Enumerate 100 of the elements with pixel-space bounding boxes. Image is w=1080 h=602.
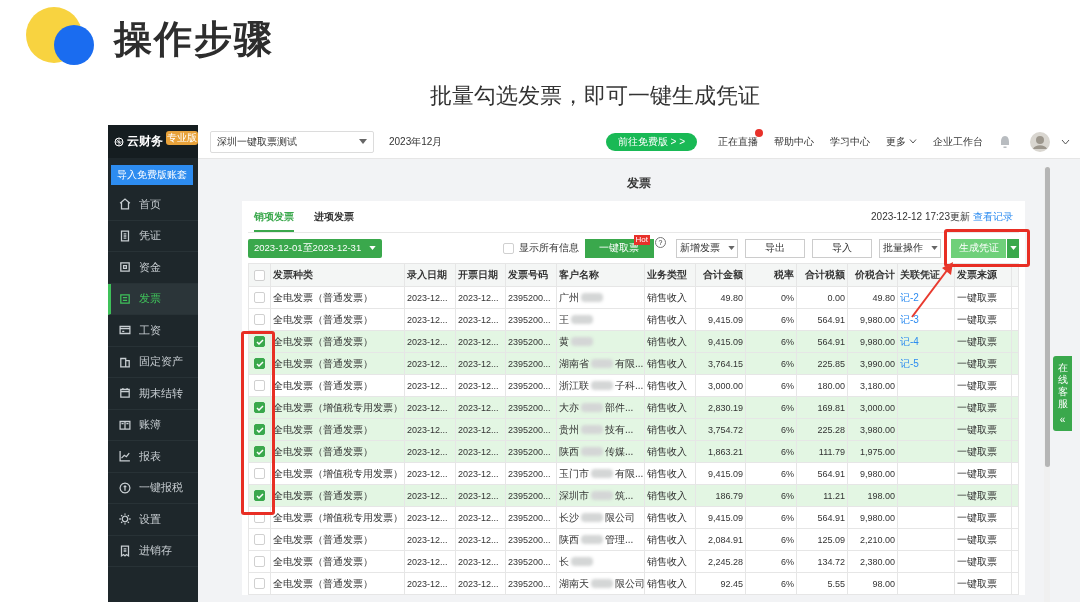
dropdown-button[interactable]: 批量操作 xyxy=(879,238,941,258)
nav-link[interactable]: 学习中心 xyxy=(830,128,875,155)
table-cell: 筑... xyxy=(615,489,634,501)
toolbar-button[interactable]: 导入 xyxy=(812,238,872,258)
nav-link[interactable]: 更多 xyxy=(886,128,922,155)
checkbox[interactable] xyxy=(254,358,265,370)
update-time: 2023-12-12 17:23更新 xyxy=(871,209,970,224)
period-label: 2023年12月 xyxy=(389,134,443,149)
table-cell: 564.91 xyxy=(796,308,848,331)
nav-link[interactable]: 帮助中心 xyxy=(774,128,819,155)
table-cell: 湖南省 xyxy=(559,357,589,369)
table-cell: 2023-12... xyxy=(404,572,456,595)
checkbox[interactable] xyxy=(254,424,265,436)
table-cell: 广州 xyxy=(559,291,579,303)
table-cell: 6% xyxy=(745,308,797,331)
checkbox[interactable] xyxy=(254,512,265,524)
checkbox[interactable] xyxy=(254,402,265,414)
sidebar-item[interactable]: 发票 xyxy=(108,283,198,315)
table-cell: 浙江联 xyxy=(559,379,589,391)
table-cell: 6% xyxy=(745,506,797,529)
table-cell: 一键取票 xyxy=(954,286,1012,309)
table-cell: 2023-12... xyxy=(404,308,456,331)
avatar-icon[interactable] xyxy=(1030,131,1050,152)
history-link[interactable]: 查看记录 xyxy=(973,209,1013,224)
table-cell: 6% xyxy=(745,374,797,397)
table-cell: 限公司 xyxy=(615,577,644,589)
redacted-blur xyxy=(581,425,603,435)
table-cell: 一键取票 xyxy=(954,308,1012,331)
caret-icon[interactable] xyxy=(1061,138,1070,145)
checkbox-label: 显示所有信息 xyxy=(518,241,579,255)
table-cell: 销售收入 xyxy=(644,572,696,595)
circles-logo-icon xyxy=(24,5,94,67)
table-cell: 销售收入 xyxy=(644,286,696,309)
table-cell: 134.72 xyxy=(796,550,848,573)
table-cell: 6% xyxy=(745,462,797,485)
column-header: 价税合计 xyxy=(847,263,898,287)
table-cell: 2395200... xyxy=(505,550,557,573)
redacted-blur xyxy=(591,579,613,589)
scrollbar[interactable] xyxy=(1044,167,1050,602)
table-cell: 2023-12... xyxy=(404,374,456,397)
column-header: 业务类型 xyxy=(644,263,696,287)
voucher-link[interactable]: 记-2 xyxy=(900,291,919,303)
checkbox[interactable] xyxy=(254,578,265,590)
table-cell: 180.00 xyxy=(796,374,848,397)
redacted-blur xyxy=(581,513,603,523)
table-cell: 125.09 xyxy=(796,528,848,551)
home-icon xyxy=(118,197,132,212)
table-cell: 2395200... xyxy=(505,528,557,551)
table-cell: 2023-12... xyxy=(455,550,506,573)
table-cell: 技有... xyxy=(605,423,634,435)
table-cell: 2,210.00 xyxy=(847,528,898,551)
table-cell: 3,000.00 xyxy=(695,374,746,397)
checkbox[interactable] xyxy=(254,292,265,304)
table-cell: 子科... xyxy=(615,379,644,391)
table-cell: 长 xyxy=(559,555,569,567)
table-cell: 2395200... xyxy=(505,308,557,331)
column-header: 合计税额 xyxy=(796,263,848,287)
tab[interactable]: 进项发票 xyxy=(314,201,354,232)
checkbox[interactable] xyxy=(254,336,265,348)
document-icon xyxy=(118,228,132,243)
table-cell: 全电发票（普通发票） xyxy=(270,572,405,595)
nav-link[interactable]: 正在直播 xyxy=(718,128,763,155)
nav-link[interactable]: 企业工作台 xyxy=(933,128,988,155)
table-cell: 2023-12... xyxy=(455,506,506,529)
checkbox[interactable] xyxy=(254,556,265,568)
table-cell: 一键取票 xyxy=(954,550,1012,573)
table-cell: 王 xyxy=(559,313,569,325)
table-cell: 销售收入 xyxy=(644,550,696,573)
coin-icon xyxy=(118,480,132,495)
dropdown-toggle[interactable] xyxy=(1007,238,1019,258)
table-cell: 2395200... xyxy=(505,506,557,529)
column-header: 发票号码 xyxy=(505,263,557,287)
table-cell: 黄 xyxy=(559,335,569,347)
bell-icon[interactable] xyxy=(999,134,1011,149)
toolbar-button[interactable]: 导出 xyxy=(745,238,805,258)
checkbox[interactable] xyxy=(254,468,265,480)
table-cell: 2,245.28 xyxy=(695,550,746,573)
table-cell: 6% xyxy=(745,572,797,595)
table-cell: 2023-12... xyxy=(404,462,456,485)
redacted-blur xyxy=(591,359,613,369)
table-cell: 9,415.09 xyxy=(695,506,746,529)
table-cell: 陕西 xyxy=(559,445,579,457)
checkbox[interactable] xyxy=(254,534,265,546)
checkbox[interactable] xyxy=(254,446,265,458)
table-cell: 2395200... xyxy=(505,286,557,309)
app-logo: 云财务 xyxy=(127,133,163,150)
table-cell: 9,415.09 xyxy=(695,462,746,485)
table-cell: 2,380.00 xyxy=(847,550,898,573)
dropdown-button[interactable]: 新增发票 xyxy=(676,238,738,258)
column-header: 合计金额 xyxy=(695,263,746,287)
redacted-blur xyxy=(581,535,603,545)
checkbox[interactable] xyxy=(254,270,265,281)
table-cell: 564.91 xyxy=(796,506,848,529)
voucher-link[interactable]: 记-3 xyxy=(900,313,919,325)
checkbox[interactable] xyxy=(254,380,265,392)
checkbox[interactable] xyxy=(254,490,265,502)
company-select[interactable]: 深圳一键取票测试 xyxy=(210,130,374,153)
checkbox[interactable] xyxy=(502,242,514,254)
table-cell: 一键取票 xyxy=(954,528,1012,551)
checkbox[interactable] xyxy=(254,314,265,326)
